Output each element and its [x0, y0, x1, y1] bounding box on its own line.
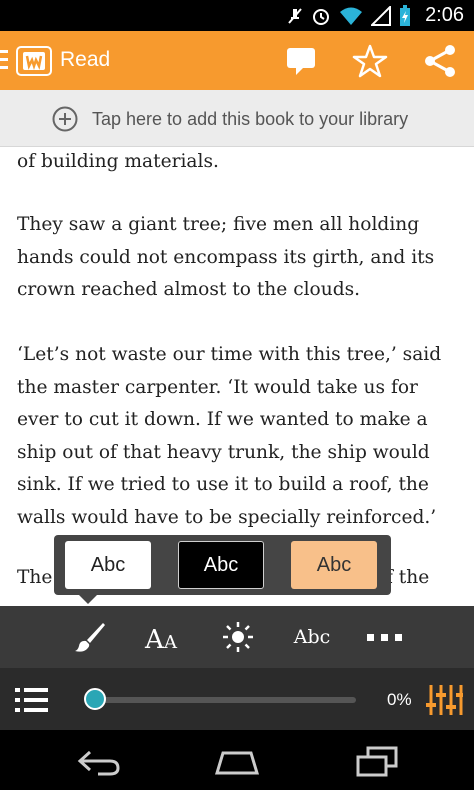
settings-sliders-icon[interactable]: [425, 684, 463, 716]
theme-sepia-button[interactable]: Abc: [291, 541, 377, 589]
font-style-button[interactable]: Abc: [285, 612, 339, 662]
recent-apps-icon[interactable]: [354, 745, 400, 777]
brightness-icon: [223, 622, 253, 652]
wattpad-w-icon: [23, 52, 45, 70]
theme-brush-button[interactable]: [70, 612, 110, 662]
menu-indicator[interactable]: [0, 50, 8, 72]
brightness-button[interactable]: [218, 612, 258, 662]
popup-arrow: [78, 594, 98, 604]
status-bar: 2:06: [0, 0, 474, 31]
app-title: Read: [60, 48, 111, 71]
share-icon[interactable]: [422, 44, 458, 78]
theme-sepia-label: Abc: [316, 553, 352, 576]
comment-icon[interactable]: [284, 44, 320, 78]
more-options-button[interactable]: [362, 612, 408, 662]
paragraph: They saw a giant tree; five men all hold…: [17, 214, 435, 300]
theme-white-label: Abc: [90, 553, 126, 576]
alarm-icon: [313, 8, 330, 25]
app-logo[interactable]: [16, 46, 52, 76]
svg-text:A: A: [163, 632, 178, 652]
theme-black-label: Abc: [203, 553, 239, 576]
add-to-library-text: Tap here to add this book to your librar…: [92, 109, 409, 129]
back-icon[interactable]: [76, 747, 122, 777]
add-circle-icon: [52, 106, 78, 132]
status-icons: 2:06: [287, 0, 464, 31]
progress-thumb[interactable]: [84, 688, 106, 710]
table-of-contents-icon[interactable]: [14, 685, 50, 715]
font-size-button[interactable]: AA: [143, 612, 183, 662]
progress-track[interactable]: [92, 697, 356, 703]
brush-icon: [75, 623, 105, 652]
signal-icon: [371, 5, 392, 26]
theme-black-button[interactable]: Abc: [178, 541, 264, 589]
progress-percent: 0%: [387, 690, 412, 709]
more-icon: [367, 634, 402, 641]
wifi-icon: [340, 7, 363, 25]
mute-icon: [288, 7, 302, 24]
battery-icon: [400, 4, 411, 26]
font-size-icon: AA: [144, 625, 178, 652]
star-icon[interactable]: [352, 44, 388, 78]
svg-text:A: A: [144, 625, 165, 652]
paragraph-fragment: f the: [386, 567, 430, 588]
home-icon[interactable]: [213, 747, 261, 777]
font-style-label: Abc: [293, 626, 331, 648]
paragraph: of building materials.: [17, 151, 219, 172]
theme-white-button[interactable]: Abc: [65, 541, 151, 589]
paragraph: ‘Let’s not waste our time with this tree…: [17, 344, 442, 528]
status-time: 2:06: [425, 4, 464, 26]
